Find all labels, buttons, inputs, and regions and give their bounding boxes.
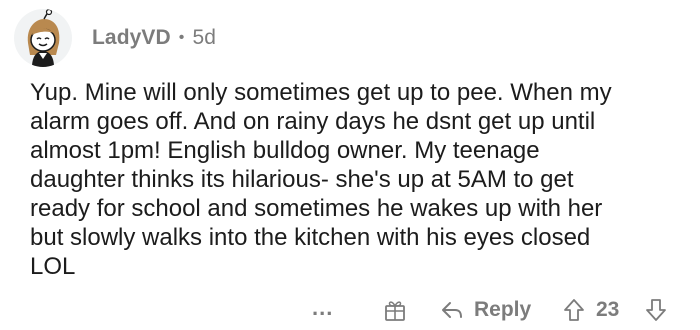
comment-action-bar: ... Reply 23 — [0, 290, 700, 330]
award-button[interactable] — [384, 294, 406, 326]
reply-label: Reply — [474, 298, 532, 321]
downvote-button[interactable] — [645, 294, 667, 326]
comment-age: 5d — [192, 26, 217, 49]
upvote-button[interactable] — [563, 294, 585, 326]
more-options-button[interactable]: ... — [312, 292, 333, 324]
comment-body-line: ready for school and sometimes he wakes … — [30, 195, 603, 222]
reply-arrow-icon — [442, 302, 462, 318]
comment-body-line: daughter thinks its hilarious- she's up … — [30, 166, 574, 193]
comment-body-line: almost 1pm! English bulldog owner. My te… — [30, 137, 540, 164]
author-name[interactable]: LadyVD — [92, 26, 171, 50]
comment-body-line: but slowly walks into the kitchen with h… — [30, 224, 591, 251]
comment-body-line: LOL — [30, 253, 76, 280]
comment-meta: LadyVD • 5d — [92, 26, 216, 50]
comment-body: Yup. Mine will only sometimes get up to … — [30, 78, 670, 281]
comment-body-line: alarm goes off. And on rainy days he dsn… — [30, 108, 596, 135]
gift-icon — [385, 301, 405, 321]
meta-separator: • — [178, 29, 185, 46]
upvote-arrow-icon — [564, 299, 584, 321]
vote-score: 23 — [596, 298, 620, 321]
comment-body-line: Yup. Mine will only sometimes get up to … — [30, 79, 612, 106]
snoo-avatar-icon — [14, 9, 72, 67]
downvote-arrow-icon — [646, 299, 666, 321]
comment: LadyVD • 5d Yup. Mine will only sometime… — [0, 0, 700, 330]
reply-button[interactable]: Reply — [440, 294, 531, 326]
comment-header: LadyVD • 5d — [14, 8, 216, 68]
avatar[interactable] — [14, 9, 72, 67]
